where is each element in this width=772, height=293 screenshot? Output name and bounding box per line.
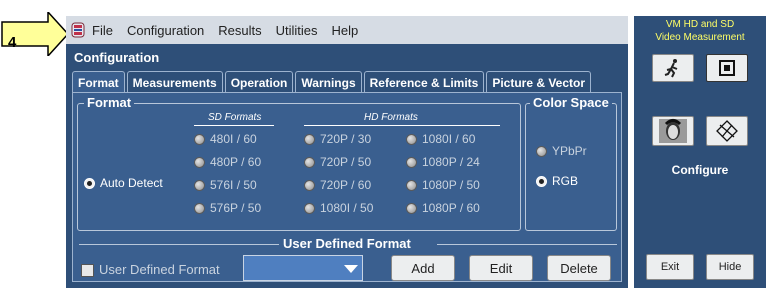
hd-formats-heading: HD Formats <box>364 112 418 123</box>
menu-bar: File Configuration Results Utilities Hel… <box>66 16 628 44</box>
section-title: Configuration <box>74 50 160 65</box>
sd-576p50-radio[interactable]: 576P / 50 <box>194 201 261 215</box>
hide-button[interactable]: Hide <box>706 254 754 280</box>
radio-icon <box>304 179 315 191</box>
menu-configuration[interactable]: Configuration <box>127 23 204 38</box>
hd-1080p60-radio[interactable]: 1080P / 60 <box>406 201 480 215</box>
callout-number: 4 <box>8 34 17 51</box>
face-picture-icon <box>659 119 687 143</box>
tab-operation[interactable]: Operation <box>224 71 294 93</box>
radio-selected-icon <box>84 177 95 189</box>
sd-480p60-label: 480P / 60 <box>210 155 262 169</box>
vector-scope-icon <box>716 120 738 142</box>
stop-button[interactable] <box>706 54 748 82</box>
radio-icon <box>536 145 547 157</box>
main-window: File Configuration Results Utilities Hel… <box>66 16 628 288</box>
hd-720p30-label: 720P / 30 <box>320 132 372 146</box>
running-man-icon <box>664 59 678 78</box>
side-panel-title: VM HD and SD Video Measurement <box>634 18 766 44</box>
menu-results[interactable]: Results <box>218 23 261 38</box>
tab-picture-vector[interactable]: Picture & Vector <box>486 71 592 93</box>
tab-measurements[interactable]: Measurements <box>126 71 223 93</box>
sd-576p50-label: 576P / 50 <box>210 201 262 215</box>
sd-480i60-radio[interactable]: 480I / 60 <box>194 132 257 146</box>
exit-button[interactable]: Exit <box>646 254 694 280</box>
sd-480p60-radio[interactable]: 480P / 60 <box>194 155 261 169</box>
color-space-title: Color Space <box>530 95 612 110</box>
side-title-line2: Video Measurement <box>655 32 745 43</box>
run-button[interactable] <box>652 54 694 82</box>
tab-reference-limits[interactable]: Reference & Limits <box>363 71 485 93</box>
hd-1080p50-label: 1080P / 50 <box>422 178 480 192</box>
auto-detect-radio[interactable]: Auto Detect <box>84 176 163 190</box>
radio-icon <box>194 179 205 191</box>
user-defined-format-dropdown[interactable] <box>243 255 363 281</box>
configure-label: Configure <box>671 163 729 177</box>
vector-button[interactable] <box>706 116 748 146</box>
hd-1080p24-label: 1080P / 24 <box>422 155 480 169</box>
menu-help[interactable]: Help <box>332 23 359 38</box>
app-window: File Configuration Results Utilities Hel… <box>66 16 766 288</box>
edit-button[interactable]: Edit <box>469 255 533 281</box>
radio-icon <box>194 202 205 214</box>
udf-line-left <box>79 244 279 245</box>
rgb-radio[interactable]: RGB <box>536 174 578 188</box>
stop-square-icon <box>719 60 735 76</box>
hd-720p30-radio[interactable]: 720P / 30 <box>304 132 371 146</box>
radio-icon <box>194 133 205 145</box>
radio-icon <box>304 202 315 214</box>
menu-file[interactable]: File <box>92 23 113 38</box>
side-panel: VM HD and SD Video Measurement Configure… <box>634 16 766 288</box>
menu-utilities[interactable]: Utilities <box>276 23 318 38</box>
radio-icon <box>304 156 315 168</box>
rgb-label: RGB <box>552 174 579 188</box>
hd-1080i60-radio[interactable]: 1080I / 60 <box>406 132 475 146</box>
tab-warnings[interactable]: Warnings <box>295 71 362 93</box>
radio-icon <box>194 156 205 168</box>
radio-icon <box>304 133 315 145</box>
sd-480i60-label: 480I / 60 <box>210 132 257 146</box>
delete-button[interactable]: Delete <box>547 255 611 281</box>
tab-bar: Format Measurements Operation Warnings R… <box>72 71 593 93</box>
hd-1080i60-label: 1080I / 60 <box>422 132 476 146</box>
ypbpr-radio[interactable]: YPbPr <box>536 144 587 158</box>
sd-576i50-radio[interactable]: 576I / 50 <box>194 178 257 192</box>
user-defined-checkbox[interactable] <box>81 264 94 277</box>
sd-576i50-label: 576I / 50 <box>210 178 257 192</box>
hd-1080p24-radio[interactable]: 1080P / 24 <box>406 155 480 169</box>
hd-1080i50-radio[interactable]: 1080I / 50 <box>304 201 373 215</box>
add-button[interactable]: Add <box>391 255 455 281</box>
radio-icon <box>406 133 417 145</box>
format-tab-panel: Format Auto Detect SD Formats HD Formats… <box>72 92 622 282</box>
hd-720p60-label: 720P / 60 <box>320 178 372 192</box>
sd-heading-line <box>194 125 274 126</box>
radio-icon <box>406 156 417 168</box>
tab-format[interactable]: Format <box>72 71 125 93</box>
format-group-title: Format <box>84 95 135 110</box>
app-logo-icon[interactable] <box>70 22 86 38</box>
hd-heading-line <box>304 125 500 126</box>
hd-1080i50-label: 1080I / 50 <box>320 201 374 215</box>
auto-detect-label: Auto Detect <box>100 176 163 190</box>
chevron-down-icon <box>344 265 358 273</box>
hd-720p50-label: 720P / 50 <box>320 155 372 169</box>
radio-icon <box>406 202 417 214</box>
udf-line-right <box>437 244 617 245</box>
picture-button[interactable] <box>652 116 694 146</box>
side-title-line1: VM HD and SD <box>665 19 735 30</box>
callout-arrow: 4 <box>0 10 70 58</box>
ypbpr-label: YPbPr <box>552 144 587 158</box>
user-defined-checkbox-label: User Defined Format <box>99 262 220 277</box>
udf-title: User Defined Format <box>283 236 411 251</box>
color-space-group: Color Space YPbPr RGB <box>525 95 617 231</box>
hd-1080p60-label: 1080P / 60 <box>422 201 480 215</box>
hd-720p50-radio[interactable]: 720P / 50 <box>304 155 371 169</box>
hd-1080p50-radio[interactable]: 1080P / 50 <box>406 178 480 192</box>
hd-720p60-radio[interactable]: 720P / 60 <box>304 178 371 192</box>
sd-formats-heading: SD Formats <box>208 112 262 123</box>
radio-icon <box>406 179 417 191</box>
radio-selected-icon <box>536 175 547 187</box>
format-group: Format Auto Detect SD Formats HD Formats… <box>77 95 521 231</box>
